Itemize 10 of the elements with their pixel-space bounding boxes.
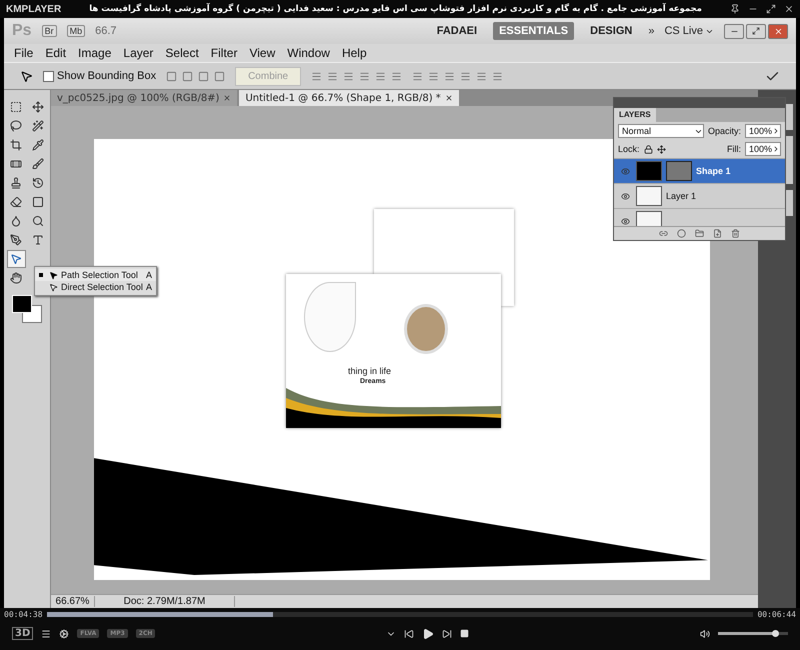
lock-label: Lock: [618,144,640,154]
fill-label: Fill: [727,144,741,154]
player-title: مجموعه آموزشی جامع . گام به گام و کاربردی نرم افزار فتوشاپ سی اس فایو مدرس : سعید فدایی ( تیچرمن ) گروه آموزشی پادشاه گرافیست ها [88,4,703,14]
app-logo: Ps [12,22,32,40]
opacity-label: Opacity: [708,126,741,136]
document-size: Doc: 2.79M/1.87M [95,596,235,607]
total-time: 00:06:44 [757,610,796,619]
player-logo: KMPLAYER [6,4,62,14]
elapsed-time: 00:04:38 [4,610,43,619]
brochure-headline: thing in life [348,366,392,376]
